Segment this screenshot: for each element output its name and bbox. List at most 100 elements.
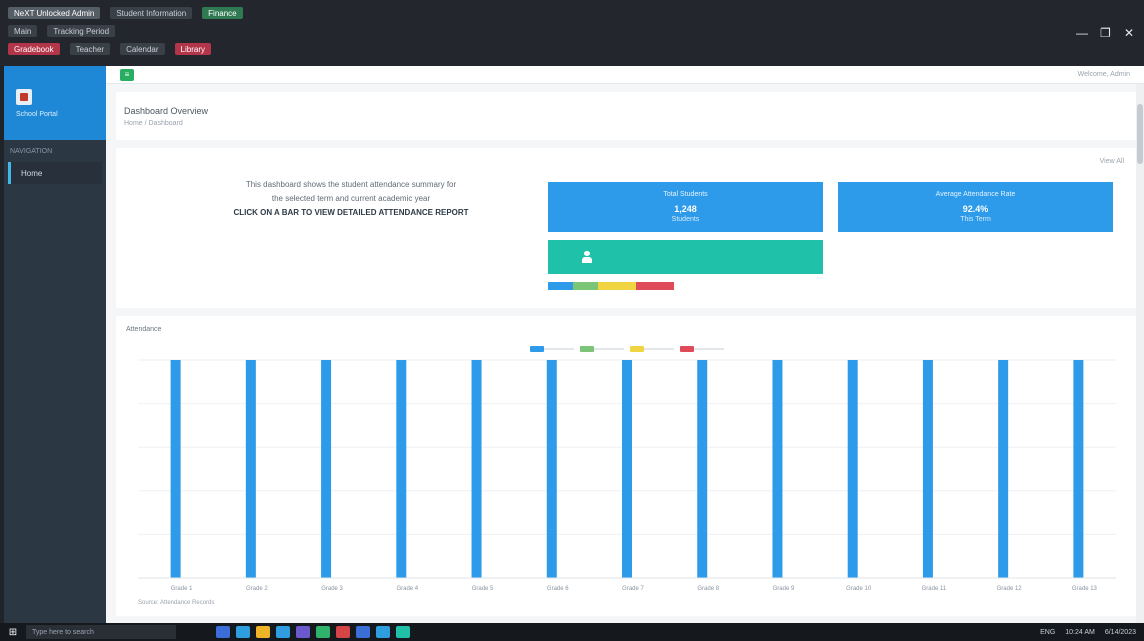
x-tick-label: Grade 1: [171, 586, 193, 592]
x-tick-label: Grade 12: [997, 586, 1023, 592]
menu-icon[interactable]: ≡: [120, 68, 134, 81]
taskbar-app-icon[interactable]: [336, 626, 350, 638]
user-summary-box[interactable]: [548, 240, 823, 274]
tab-row-1: NeXT Unlocked Admin Student Information …: [8, 6, 243, 20]
x-tick-label: Grade 5: [472, 586, 494, 592]
taskbar-app-icon[interactable]: [376, 626, 390, 638]
brand-block[interactable]: School Portal: [4, 66, 106, 140]
x-tick-label: Grade 4: [396, 586, 418, 592]
stat-total-students[interactable]: Total Students 1,248 Students: [548, 182, 823, 232]
level-segment: [598, 282, 637, 290]
level-segment: [636, 282, 674, 290]
tab-teacher[interactable]: Teacher: [69, 43, 111, 55]
chart-bar[interactable]: [170, 360, 181, 578]
page-title: Dashboard Overview: [124, 106, 209, 116]
browser-chrome: NeXT Unlocked Admin Student Information …: [0, 0, 1144, 66]
stat-unit: Students: [671, 216, 700, 223]
app-window: School Portal NAVIGATION Home ≡ Welcome,…: [4, 66, 1144, 623]
taskbar-app-icon[interactable]: [396, 626, 410, 638]
x-tick-label: Grade 8: [697, 586, 719, 592]
taskbar-search-input[interactable]: Type here to search: [26, 625, 176, 639]
chart-bar[interactable]: [546, 360, 557, 578]
chart-bar[interactable]: [922, 360, 933, 578]
taskbar-app-icon[interactable]: [356, 626, 370, 638]
tab-gradebook[interactable]: Gradebook: [8, 43, 60, 55]
windows-start-icon[interactable]: ⊞: [0, 623, 26, 641]
main-content: ≡ Welcome, Admin Dashboard Overview Home…: [106, 66, 1144, 623]
taskbar-app-icon[interactable]: [236, 626, 250, 638]
x-tick-label: Grade 2: [246, 586, 268, 592]
legend-swatch: [630, 346, 644, 352]
tab-tracking-period[interactable]: Tracking Period: [47, 25, 116, 37]
attendance-level-bar: [548, 282, 674, 290]
legend-swatch: [530, 346, 544, 352]
stat-attendance-rate[interactable]: Average Attendance Rate 92.4% This Term: [838, 182, 1113, 232]
tab-admin[interactable]: NeXT Unlocked Admin: [8, 7, 101, 19]
desc-line-1: This dashboard shows the student attenda…: [245, 180, 457, 189]
taskbar-app-icon[interactable]: [216, 626, 230, 638]
taskbar: ⊞ Type here to search ENG 10:24 AM 6/14/…: [0, 623, 1144, 641]
stat-label: Total Students: [663, 191, 708, 198]
x-tick-label: Grade 11: [922, 586, 947, 592]
tab-calendar[interactable]: Calendar: [120, 43, 165, 55]
page-header: Dashboard Overview Home / Dashboard: [116, 92, 1136, 140]
welcome-text: Welcome, Admin: [1077, 71, 1130, 78]
school-logo-icon: [16, 88, 32, 105]
stat-value: 92.4%: [962, 204, 989, 214]
tab-main[interactable]: Main: [8, 25, 38, 37]
level-segment: [573, 282, 599, 290]
chart-bar[interactable]: [847, 360, 858, 578]
system-tray: ENG 10:24 AM 6/14/2023: [1040, 629, 1136, 636]
tab-finance[interactable]: Finance: [202, 7, 243, 19]
sidebar-item-home[interactable]: Home: [8, 162, 102, 184]
maximize-button[interactable]: ❐: [1100, 26, 1111, 40]
x-tick-label: Grade 10: [846, 586, 872, 592]
breadcrumb: Home / Dashboard: [124, 120, 183, 127]
chart-bar[interactable]: [998, 360, 1009, 578]
minimize-button[interactable]: —: [1076, 26, 1088, 40]
chart-bar[interactable]: [697, 360, 708, 578]
window-controls: — ❐ ✕: [1076, 26, 1134, 40]
stat-label: Average Attendance Rate: [935, 191, 1016, 198]
desc-line-2: the selected term and current academic y…: [271, 194, 431, 203]
stat-unit: This Term: [960, 216, 991, 223]
brand-name: School Portal: [16, 110, 58, 118]
desc-line-3: CLICK ON A BAR TO VIEW DETAILED ATTENDAN…: [233, 208, 469, 217]
view-all-link[interactable]: View All: [1100, 158, 1124, 165]
summary-panel: View All This dashboard shows the studen…: [116, 148, 1136, 308]
tray-date[interactable]: 6/14/2023: [1105, 629, 1136, 636]
legend-swatch: [580, 346, 594, 352]
chart-bar[interactable]: [471, 360, 482, 578]
tab-student-info[interactable]: Student Information: [110, 7, 193, 19]
top-bar: ≡ Welcome, Admin: [106, 66, 1144, 84]
scrollbar-thumb[interactable]: [1137, 104, 1143, 164]
x-tick-label: Grade 7: [622, 586, 644, 592]
taskbar-app-icon[interactable]: [316, 626, 330, 638]
page-scrollbar[interactable]: [1136, 84, 1144, 623]
chart-bar[interactable]: [396, 360, 407, 578]
tray-time[interactable]: 10:24 AM: [1065, 629, 1095, 636]
chart-bar[interactable]: [245, 360, 256, 578]
taskbar-app-icon[interactable]: [276, 626, 290, 638]
chart-footnote: Source: Attendance Records: [138, 600, 214, 606]
level-segment: [548, 282, 574, 290]
chart-bar[interactable]: [321, 360, 332, 578]
chart-bar[interactable]: [622, 360, 632, 578]
attendance-chart-card: Attendance Grade 1 Grade 2 Grade 3 Grade 4G…: [116, 316, 1136, 616]
stat-value: 1,248: [674, 204, 697, 214]
taskbar-apps: [216, 626, 410, 638]
chart-bar[interactable]: [772, 360, 783, 578]
taskbar-app-icon[interactable]: [296, 626, 310, 638]
tab-row-3: Gradebook Teacher Calendar Library: [8, 42, 211, 56]
x-tick-label: Grade 13: [1072, 586, 1098, 592]
x-tick-label: Grade 3: [321, 586, 343, 592]
chart-bar[interactable]: [1073, 360, 1084, 578]
x-tick-label: Grade 9: [773, 586, 795, 592]
tab-library[interactable]: Library: [174, 43, 211, 55]
sidebar: School Portal NAVIGATION Home: [4, 66, 106, 623]
attendance-chart: Grade 1 Grade 2 Grade 3 Grade 4 Grade 5 Grade…: [138, 346, 1116, 606]
close-button[interactable]: ✕: [1124, 26, 1134, 40]
tray-language[interactable]: ENG: [1040, 629, 1055, 636]
x-tick-label: Grade 6: [547, 586, 569, 592]
taskbar-app-icon[interactable]: [256, 626, 270, 638]
